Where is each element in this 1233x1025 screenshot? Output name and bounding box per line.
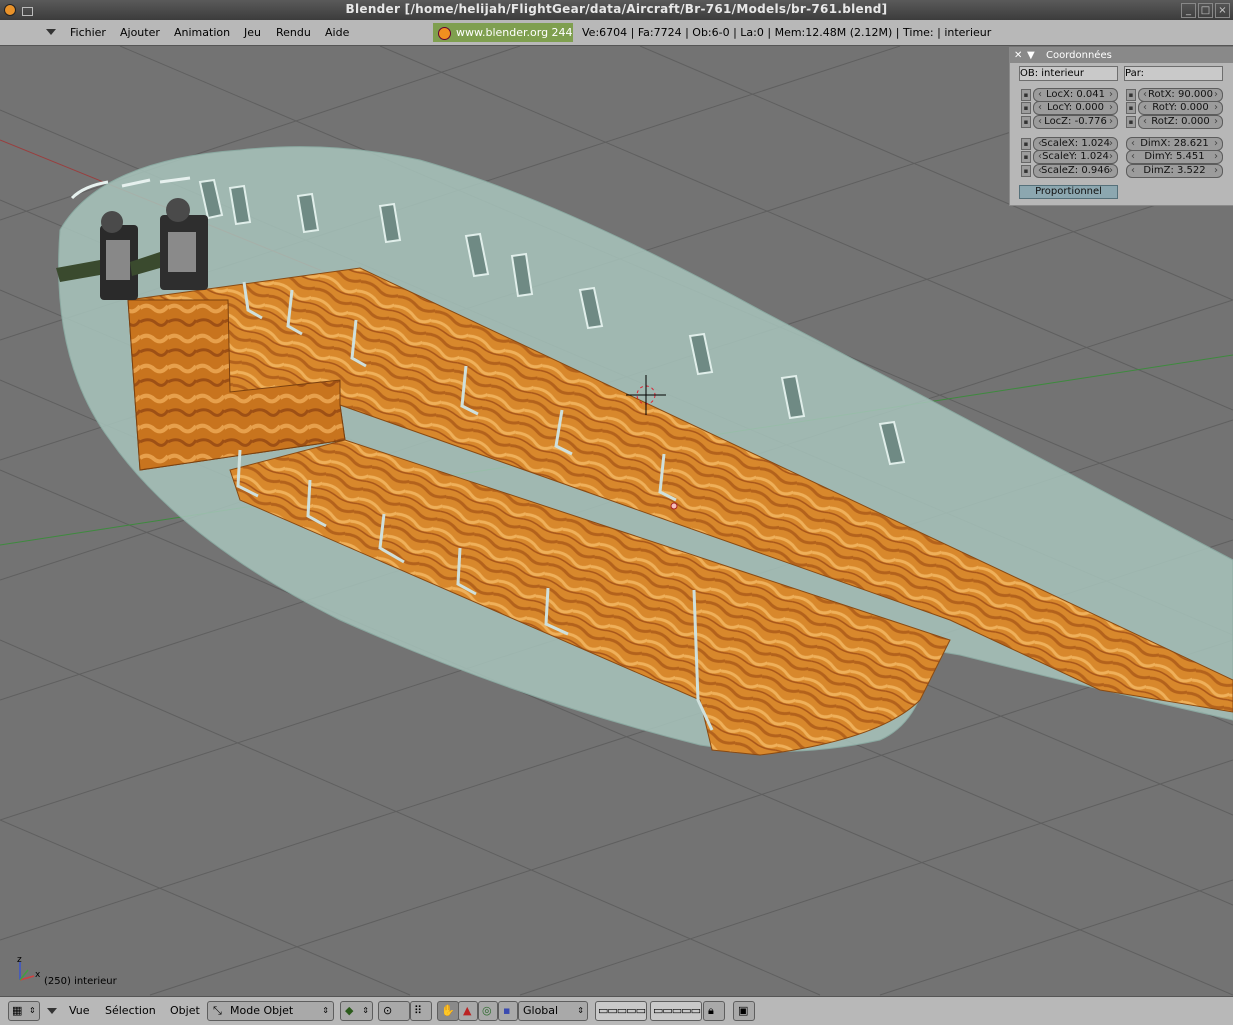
view3d-header: ▦ ⇕ Vue Sélection Objet ⤡ Mode Objet ⇕ ◆… bbox=[0, 996, 1233, 1025]
window-title: Blender [/home/helijah/FlightGear/data/A… bbox=[345, 2, 888, 16]
shading-icon: ◆ bbox=[345, 1004, 354, 1017]
header-collapse-icon-bottom[interactable] bbox=[47, 1008, 57, 1014]
translate-manipulator-button[interactable]: ▲ bbox=[458, 1001, 478, 1021]
close-panel-icon[interactable]: ✕ bbox=[1014, 48, 1022, 63]
lock-locz-icon[interactable]: ▪ bbox=[1021, 116, 1031, 128]
editor-type-arrows-icon: ⇕ bbox=[29, 1006, 36, 1015]
menu-ajouter[interactable]: Ajouter bbox=[120, 26, 160, 39]
pivot-select[interactable]: ⊙ bbox=[378, 1001, 410, 1021]
collapse-panel-icon[interactable]: ▼ bbox=[1027, 48, 1035, 63]
mode-select[interactable]: ⤡ Mode Objet ⇕ bbox=[207, 1001, 334, 1021]
lock-scalez-icon[interactable]: ▪ bbox=[1021, 165, 1031, 177]
locx-field[interactable]: LocX: 0.041 bbox=[1033, 88, 1118, 102]
menu-objet[interactable]: Objet bbox=[170, 1004, 200, 1017]
locz-field[interactable]: LocZ: -0.776 bbox=[1033, 115, 1118, 129]
manipulator-toggle[interactable]: ✋ bbox=[437, 1001, 459, 1021]
object-name-field[interactable]: OB: interieur bbox=[1019, 66, 1118, 81]
dropdown-arrows-icon: ⇕ bbox=[577, 1006, 584, 1015]
maximize-button[interactable]: □ bbox=[1198, 3, 1213, 18]
lock-locx-icon[interactable]: ▪ bbox=[1021, 89, 1031, 101]
axis-gizmo-icon bbox=[19, 962, 35, 981]
object-frame-label: (250) interieur bbox=[44, 976, 117, 987]
proportional-button[interactable]: Proportionnel bbox=[1019, 185, 1118, 199]
panel-header: ✕ ▼ Coordonnées bbox=[1010, 48, 1233, 63]
object-origin-icon bbox=[670, 502, 678, 510]
layers-icon: ▭▭▭▭▭ bbox=[653, 1004, 701, 1017]
scene-stats: Ve:6704 | Fa:7724 | Ob:6-0 | La:0 | Mem:… bbox=[582, 26, 992, 39]
dots-icon: ⠿ bbox=[414, 1004, 423, 1017]
dimx-field[interactable]: DimX: 28.621 bbox=[1126, 137, 1223, 151]
layer-buttons-2[interactable]: ▭▭▭▭▭ bbox=[650, 1001, 702, 1021]
triangle-icon: ▲ bbox=[463, 1004, 472, 1017]
scalex-field[interactable]: ScaleX: 1.024 bbox=[1033, 137, 1118, 151]
rotx-field[interactable]: RotX: 90.000 bbox=[1138, 88, 1223, 102]
menu-animation[interactable]: Animation bbox=[174, 26, 230, 39]
header-collapse-icon[interactable] bbox=[46, 29, 56, 35]
rotate-manipulator-button[interactable]: ◎ bbox=[478, 1001, 498, 1021]
blender-logo-icon bbox=[438, 27, 451, 40]
menu-aide[interactable]: Aide bbox=[325, 26, 349, 39]
scalez-field[interactable]: ScaleZ: 0.946 bbox=[1033, 164, 1118, 178]
circle-icon: ◎ bbox=[482, 1004, 492, 1017]
orientation-select[interactable]: Global ⇕ bbox=[518, 1001, 588, 1021]
menu-selection[interactable]: Sélection bbox=[105, 1004, 156, 1017]
menu-jeu[interactable]: Jeu bbox=[244, 26, 261, 39]
hand-icon: ✋ bbox=[441, 1004, 455, 1017]
scaley-field[interactable]: ScaleY: 1.024 bbox=[1033, 150, 1118, 164]
rotz-field[interactable]: RotZ: 0.000 bbox=[1138, 115, 1223, 129]
lock-layers-button[interactable]: 🔒︎ bbox=[703, 1001, 725, 1021]
pivot-icon: ⊙ bbox=[383, 1004, 393, 1017]
blender-website-link[interactable]: www.blender.org 244 bbox=[433, 23, 573, 42]
lock-icon: 🔒︎ bbox=[708, 1004, 714, 1017]
close-window-button[interactable]: × bbox=[1215, 3, 1230, 18]
lock-scaley-icon[interactable]: ▪ bbox=[1021, 151, 1031, 163]
grid-icon: ▦ bbox=[12, 1004, 23, 1017]
layer-lock-button[interactable]: ⠿ bbox=[410, 1001, 432, 1021]
lock-rotz-icon[interactable]: ▪ bbox=[1126, 116, 1136, 128]
orientation-label: Global bbox=[523, 1004, 559, 1017]
parent-field[interactable]: Par: bbox=[1124, 66, 1223, 81]
mode-select-label: Mode Objet bbox=[230, 1004, 294, 1017]
dropdown-arrows-icon: ⇕ bbox=[322, 1006, 329, 1015]
lock-locy-icon[interactable]: ▪ bbox=[1021, 102, 1031, 114]
axis-z-label: z bbox=[17, 955, 22, 965]
axis-x-label: x bbox=[35, 970, 41, 980]
lock-scalex-icon[interactable]: ▪ bbox=[1021, 138, 1031, 150]
minimize-button[interactable]: _ bbox=[1181, 3, 1196, 18]
menu-fichier[interactable]: Fichier bbox=[70, 26, 106, 39]
object-mode-icon: ⤡ bbox=[213, 1004, 222, 1017]
locy-field[interactable]: LocY: 0.000 bbox=[1033, 101, 1118, 115]
panel-title: Coordonnées bbox=[1046, 50, 1112, 61]
render-view-button[interactable]: ▣ bbox=[733, 1001, 755, 1021]
layer-buttons-1[interactable]: ▭▭▭▭▭ bbox=[595, 1001, 647, 1021]
render-icon: ▣ bbox=[738, 1004, 749, 1017]
lock-rotx-icon[interactable]: ▪ bbox=[1126, 89, 1136, 101]
scale-manipulator-button[interactable]: ▪ bbox=[498, 1001, 518, 1021]
roty-field[interactable]: RotY: 0.000 bbox=[1138, 101, 1223, 115]
dropdown-arrows-icon: ⇕ bbox=[362, 1006, 369, 1015]
window-titlebar: Blender [/home/helijah/FlightGear/data/A… bbox=[0, 0, 1233, 20]
menu-rendu[interactable]: Rendu bbox=[276, 26, 311, 39]
lock-roty-icon[interactable]: ▪ bbox=[1126, 102, 1136, 114]
menu-vue[interactable]: Vue bbox=[69, 1004, 90, 1017]
layers-icon: ▭▭▭▭▭ bbox=[598, 1004, 646, 1017]
draw-type-select[interactable]: ◆ ⇕ bbox=[340, 1001, 373, 1021]
editor-type-button[interactable]: ▦ ⇕ bbox=[8, 1001, 40, 1021]
blender-website-label: www.blender.org 244 bbox=[456, 26, 573, 39]
dimz-field[interactable]: DimZ: 3.522 bbox=[1126, 164, 1223, 178]
square-icon: ▪ bbox=[503, 1004, 511, 1017]
dimy-field[interactable]: DimY: 5.451 bbox=[1126, 150, 1223, 164]
